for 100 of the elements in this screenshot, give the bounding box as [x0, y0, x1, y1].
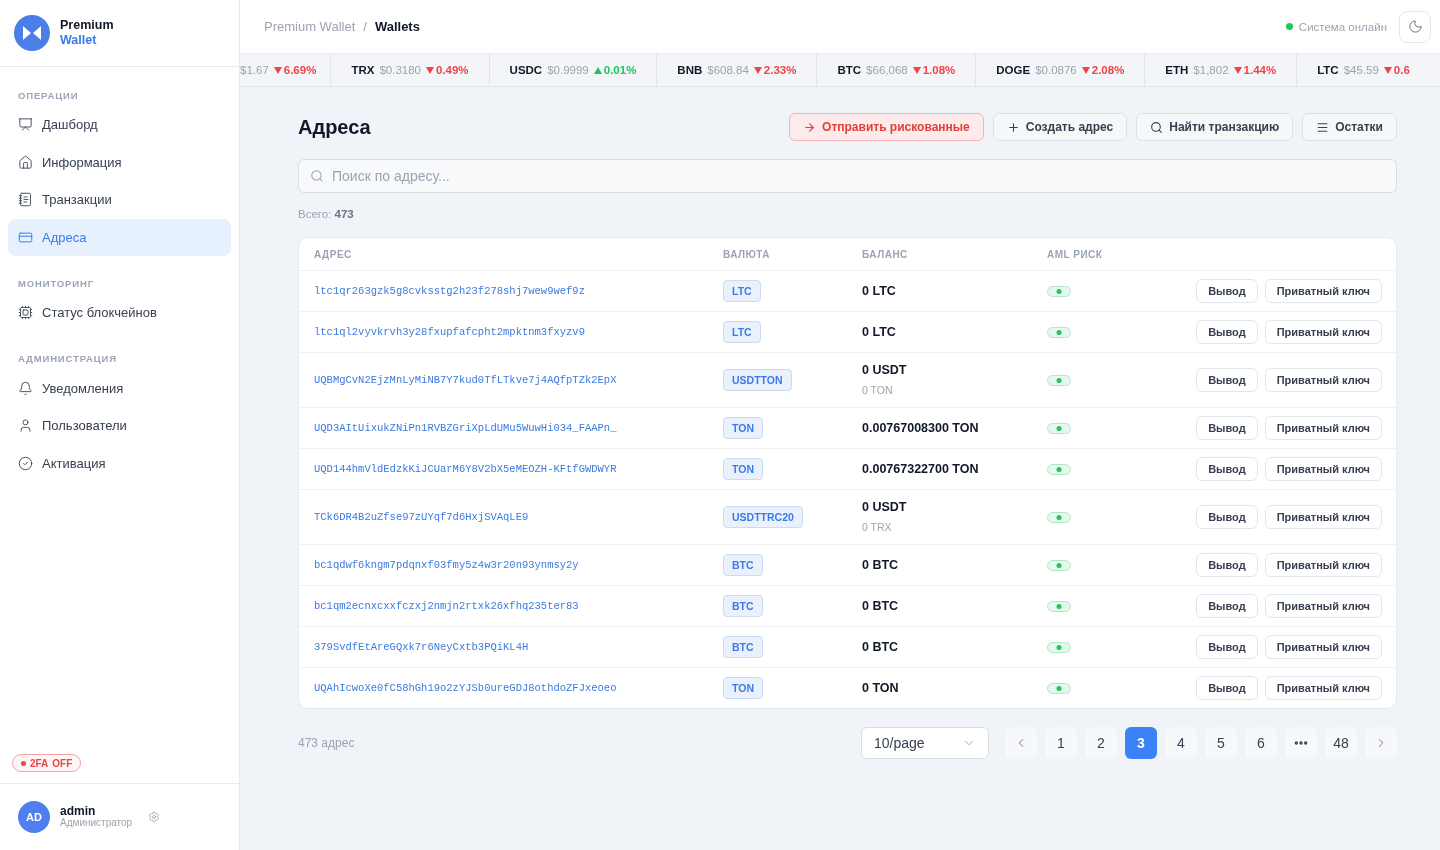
currency-badge: BTC [723, 636, 763, 658]
currency-badge: USDTTON [723, 369, 792, 391]
menu-icon [1316, 120, 1330, 134]
withdraw-button[interactable]: Вывод [1196, 553, 1258, 577]
toolbar-button[interactable]: Остатки [1302, 113, 1397, 141]
user-name: admin [60, 805, 97, 817]
arrow-right-icon [803, 120, 817, 134]
withdraw-button[interactable]: Вывод [1196, 457, 1258, 481]
nav-item[interactable]: Дашборд [8, 106, 231, 144]
column-header: ВАЛЮТА [723, 248, 771, 260]
address-link[interactable]: UQD3AItUixukZNiPn1RVBZGriXpLdUMu5WuwHi034_FAAPn_ [314, 422, 617, 434]
withdraw-button[interactable]: Вывод [1196, 505, 1258, 529]
brand-subtitle: Wallet [60, 33, 98, 48]
more-pages-button[interactable] [1285, 727, 1317, 759]
ticker-price: $1.67 [240, 64, 269, 76]
toolbar-button[interactable]: Найти транзакцию [1136, 113, 1294, 141]
settings-icon[interactable] [148, 811, 161, 823]
private-key-button[interactable]: Приватный ключ [1264, 279, 1382, 303]
ticker-symbol: TRX [351, 64, 375, 76]
balance-text: 0 TON [862, 680, 900, 696]
ticker-change: 1.44% [1243, 64, 1277, 76]
address-link[interactable]: ltc1qr263gzk5g8cvksstg2h23f278shj7wew9wef9z [314, 285, 585, 297]
previous-page-button[interactable] [1005, 727, 1037, 759]
ticker-symbol: DOGE [996, 64, 1031, 76]
private-key-button[interactable]: Приватный ключ [1264, 553, 1382, 577]
check-circle-icon [18, 455, 33, 471]
private-key-button[interactable]: Приватный ключ [1264, 416, 1382, 440]
currency-badge: LTC [723, 280, 761, 302]
ticker-change: 0.01% [603, 64, 637, 76]
bell-icon [18, 380, 33, 396]
section-label: ОПЕРАЦИИ [17, 88, 80, 103]
private-key-button[interactable]: Приватный ключ [1264, 457, 1382, 481]
ticker-price: $45.59 [1343, 64, 1379, 76]
withdraw-button[interactable]: Вывод [1196, 635, 1258, 659]
breadcrumb-item: Wallets [374, 19, 420, 34]
currency-badge: USDTTRC20 [723, 506, 803, 528]
two-factor-status: OFF [52, 757, 73, 769]
balance-text: 0 BTC [862, 598, 900, 614]
private-key-button[interactable]: Приватный ключ [1264, 676, 1382, 700]
toolbar-button[interactable]: Создать адрес [992, 113, 1128, 141]
private-key-button[interactable]: Приватный ключ [1264, 505, 1382, 529]
page-button[interactable]: 1 [1045, 727, 1077, 759]
theme-toggle-button[interactable] [1399, 10, 1431, 43]
currency-badge: BTC [723, 554, 763, 576]
ticker-symbol: BNB [677, 64, 703, 76]
nav-item[interactable]: Пользователи [8, 407, 231, 445]
address-link[interactable]: bc1qm2ecnxcxxfczxj2nmjn2rtxk26xfhq235ter83 [314, 600, 579, 612]
chip-icon [18, 305, 33, 321]
ticker-price: $1,802 [1193, 64, 1229, 76]
private-key-button[interactable]: Приватный ключ [1264, 635, 1382, 659]
balance-text: 0 USDT [862, 499, 908, 515]
address-link[interactable]: bc1qdwf6kngm7pdqnxf03fmy5z4w3r20n93ynmsy2y [314, 559, 579, 571]
page-button[interactable]: 5 [1205, 727, 1237, 759]
ticker-change: 1.08% [922, 64, 956, 76]
pagination-summary: 473 адрес [298, 736, 355, 750]
address-link[interactable]: 379SvdfEtAreGQxk7r6NeyCxtb3PQiKL4H [314, 641, 529, 653]
page-button[interactable]: 48 [1325, 727, 1357, 759]
nav-item[interactable]: Уведомления [8, 369, 231, 407]
search-field[interactable]: Поиск по адресу... [298, 159, 1397, 193]
private-key-button[interactable]: Приватный ключ [1264, 368, 1382, 392]
withdraw-button[interactable]: Вывод [1196, 676, 1258, 700]
address-link[interactable]: UQBMgCvN2EjzMnLyMiNB7Y7kud0TfLTkve7j4AQfpTZk2EpX [314, 374, 617, 386]
private-key-button[interactable]: Приватный ключ [1264, 320, 1382, 344]
brand-title: Premium [60, 18, 114, 33]
section-label: АДМИНИСТРАЦИЯ [17, 352, 118, 366]
withdraw-button[interactable]: Вывод [1196, 279, 1258, 303]
address-link[interactable]: UQD144hmVldEdzkKiJCUarM6Y8V2bX5eMEOZH-KFtfGWDWYR [314, 463, 617, 475]
address-link[interactable]: TCk6DR4B2uZfse97zUYqf7d6HxjSVAqLE9 [314, 511, 529, 523]
nav-item[interactable]: Статус блокчейнов [8, 294, 231, 332]
status-dot-icon [21, 760, 26, 766]
nav-item[interactable]: Активация [8, 444, 231, 482]
withdraw-button[interactable]: Вывод [1196, 320, 1258, 344]
nav-item[interactable]: Транзакции [8, 181, 231, 219]
next-page-button[interactable] [1365, 727, 1397, 759]
currency-badge: TON [723, 417, 763, 439]
balance-text: 0.00767008300 TON [862, 420, 980, 436]
ticker-symbol: LTC [1317, 64, 1339, 76]
address-link[interactable]: ltc1ql2vyvkrvh3y28fxupfafcpht2mpktnm3fxyzv9 [314, 326, 585, 338]
balance-text: 0 LTC [862, 324, 897, 340]
page-button[interactable]: 6 [1245, 727, 1277, 759]
column-header: AML РИСК [1047, 248, 1104, 260]
withdraw-button[interactable]: Вывод [1196, 368, 1258, 392]
ticker-symbol: ETH [1165, 64, 1189, 76]
moon-icon [1407, 19, 1423, 34]
nav-item[interactable]: Информация [8, 143, 231, 181]
page-button[interactable]: 3 [1125, 727, 1157, 759]
private-key-button[interactable]: Приватный ключ [1264, 594, 1382, 618]
search-icon [310, 169, 324, 183]
page-button[interactable]: 2 [1085, 727, 1117, 759]
address-link[interactable]: UQAhIcwoXe0fC58hGh19o2zYJSb0ureGDJ8othdoZFJxeoeo [314, 682, 617, 694]
balance-text: 0.00767322700 TON [862, 461, 980, 477]
nav-item[interactable]: Адреса [8, 218, 231, 256]
user-icon [18, 418, 33, 434]
withdraw-button[interactable]: Вывод [1196, 594, 1258, 618]
send-risky-button[interactable]: Отправить рискованные [789, 113, 984, 141]
currency-badge: TON [723, 458, 763, 480]
page-size-select[interactable]: 10/page [861, 727, 989, 759]
currency-badge: LTC [723, 321, 761, 343]
page-button[interactable]: 4 [1165, 727, 1197, 759]
withdraw-button[interactable]: Вывод [1196, 416, 1258, 440]
